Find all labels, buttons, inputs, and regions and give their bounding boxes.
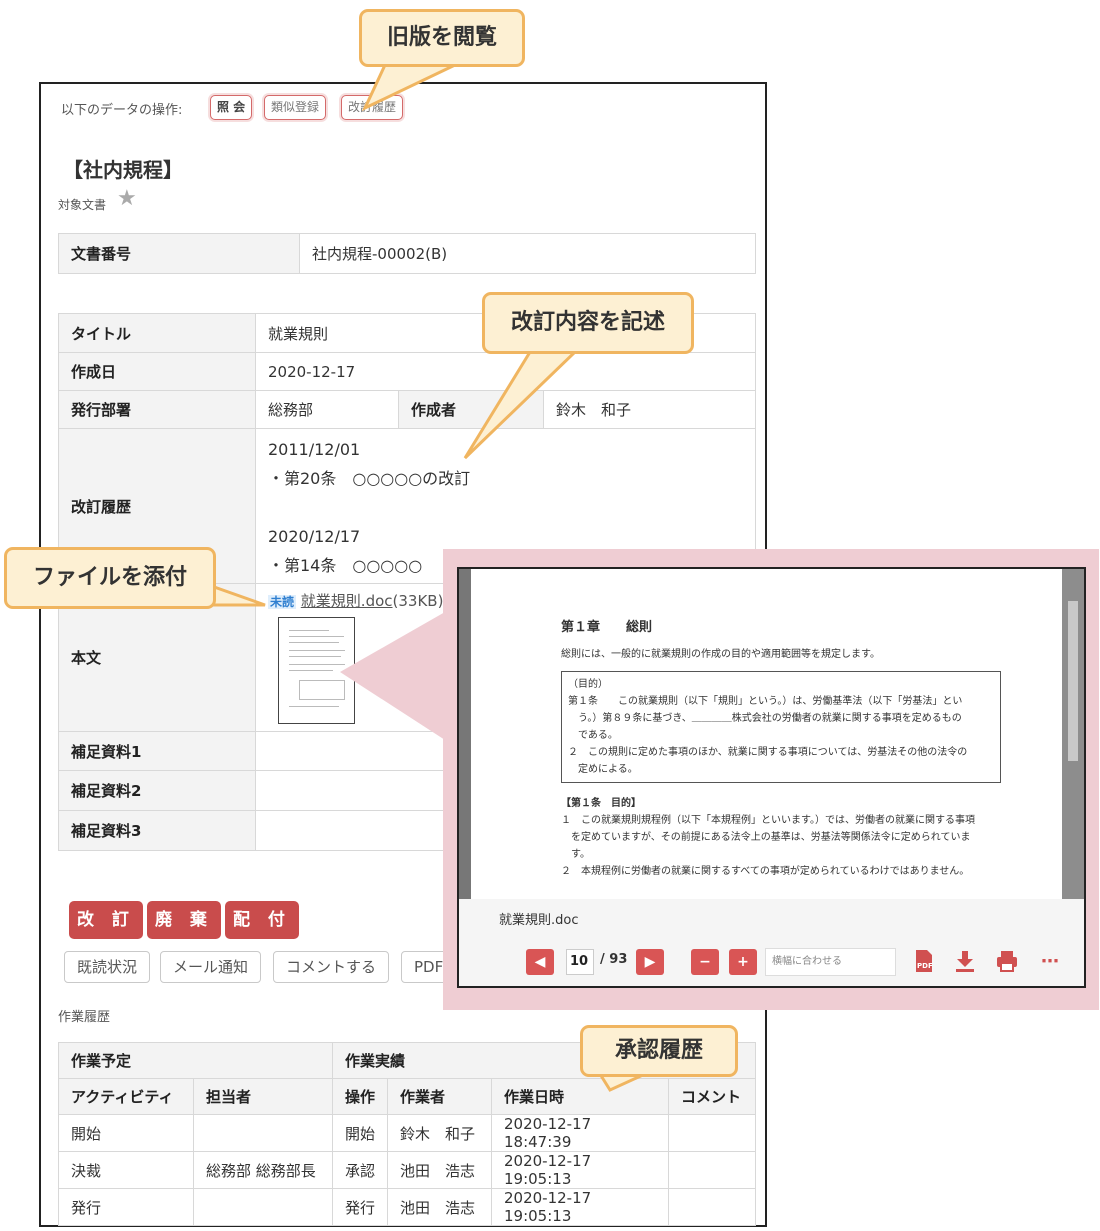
annotation-pointers: [198, 63, 646, 1092]
annotation-approval-history: 承認履歴: [580, 1025, 738, 1077]
annotation-view-old: 旧版を閲覧: [359, 9, 525, 67]
annotation-attach-file: ファイルを添付: [4, 547, 216, 609]
annotation-describe-revision: 改訂内容を記述: [482, 292, 694, 354]
